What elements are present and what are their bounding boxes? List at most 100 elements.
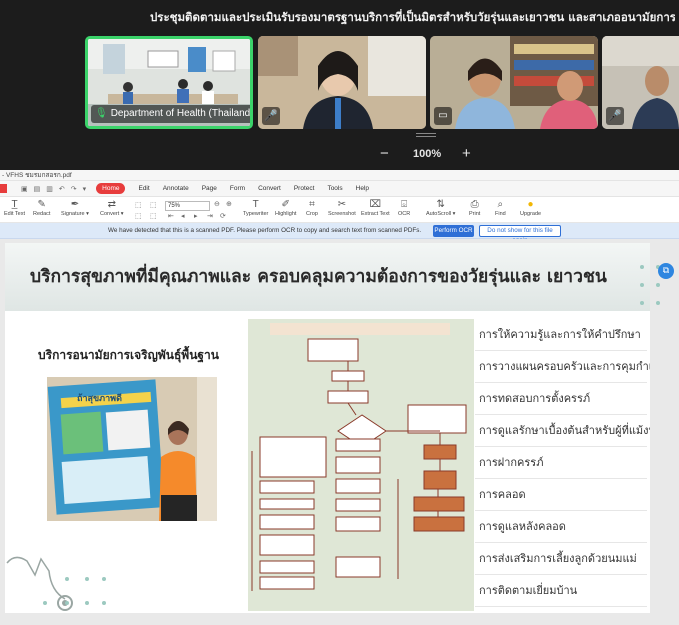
service-flowchart: [248, 319, 474, 611]
slide-subtitle: บริการอนามัยการเจริญพันธุ์พื้นฐาน: [38, 348, 219, 362]
zoom-select[interactable]: 75%: [165, 201, 210, 211]
menu-form[interactable]: Form: [230, 185, 245, 192]
highlight-button[interactable]: ✐ Highlight: [275, 199, 296, 217]
page-prev-icon[interactable]: ◂: [181, 212, 185, 220]
video-tile-participant-4[interactable]: 🎤: [602, 36, 679, 129]
dropdown-chevron-icon[interactable]: ▾: [83, 185, 87, 193]
menu-convert[interactable]: Convert: [258, 185, 281, 192]
crop-icon: ⌗: [309, 199, 315, 210]
upgrade-label: Upgrade: [520, 211, 542, 217]
translate-float-button[interactable]: ⧉: [658, 263, 674, 279]
convert-button[interactable]: ⇄ Convert ▾: [100, 199, 124, 217]
typewriter-label: Typewriter: [243, 211, 269, 217]
edit-text-button[interactable]: T̲ Edit Text: [4, 199, 25, 217]
decor-dot: [102, 577, 106, 581]
stethoscope-icon: [6, 556, 73, 611]
service-item: การดูแลหลังคลอด: [475, 511, 647, 543]
services-list: การให้ความรู้และการให้คำปรึกษา การวางแผน…: [475, 319, 650, 609]
highlight-label: Highlight: [275, 211, 297, 217]
menu-annotate[interactable]: Annotate: [163, 185, 189, 192]
undo-icon[interactable]: ↶: [59, 185, 65, 193]
service-item: การดูแลรักษาเบื้องต้นสำหรับผู้ที่แม้งบุต…: [475, 415, 650, 447]
zoom-out-button[interactable]: −: [380, 146, 389, 162]
printer-icon: ⎙: [470, 199, 479, 210]
ocr-label: OCR: [398, 211, 411, 217]
select-tool-icon[interactable]: ⬚: [135, 201, 142, 209]
zoom-controls: − 100% +: [370, 146, 480, 164]
crop-button[interactable]: ⌗ Crop: [306, 199, 318, 217]
participant-nameplate: 🎙 Department of Health (Thailand...: [91, 105, 250, 123]
print-button[interactable]: ⎙ Print: [469, 199, 480, 217]
muted-mic-icon: 🎤: [606, 107, 624, 125]
upgrade-icon: ●: [527, 199, 534, 210]
page-next-icon[interactable]: ▸: [194, 212, 198, 220]
microphone-icon: 🎙: [95, 108, 108, 119]
meeting-panel: ประชุมติดตามและประเมินรับรองมาตรฐานบริกา…: [0, 0, 679, 170]
decor-dot: [656, 283, 660, 287]
edit-text-icon: T̲: [11, 199, 18, 210]
video-tile-department-of-health[interactable]: 🎙 Department of Health (Thailand...: [85, 36, 253, 129]
dismiss-ocr-button[interactable]: Do not show for this file again: [479, 225, 561, 244]
menu-protect[interactable]: Protect: [294, 185, 315, 192]
pdf-editor-window: - VFHS ชมรมกสอรก.pdf ▣ ▤ ▥ ↶ ↷ ▾ Home Ed…: [0, 170, 679, 625]
menu-tools[interactable]: Tools: [327, 185, 342, 192]
screen: ประชุมติดตามและประเมินรับรองมาตรฐานบริกา…: [0, 0, 679, 625]
autoscroll-button[interactable]: ⇅ AutoScroll ▾: [426, 199, 455, 217]
poster-heading: ถ้าสุขภาพดี: [77, 394, 122, 404]
zoom-in-icon[interactable]: ⊕: [226, 200, 232, 208]
page-last-icon[interactable]: ⇥: [207, 212, 213, 220]
find-label: Find: [495, 211, 506, 217]
service-item: การทดสอบการตั้งครรภ์: [475, 383, 647, 415]
print-label: Print: [469, 211, 481, 217]
typewriter-button[interactable]: T Typewriter: [243, 199, 268, 217]
extract-text-button[interactable]: ⌧ Extract Text: [361, 199, 390, 217]
page-first-icon[interactable]: ⇤: [168, 212, 174, 220]
autoscroll-label: AutoScroll ▾: [426, 211, 456, 217]
video-tile-participant-2[interactable]: 🎤: [258, 36, 426, 129]
ocr-message: We have detected that this is a scanned …: [108, 227, 422, 234]
flowchart-image: [248, 319, 474, 611]
menu-home[interactable]: Home: [96, 183, 126, 194]
extract-text-label: Extract Text: [361, 211, 390, 217]
decor-dot: [85, 577, 89, 581]
service-item: การส่งเสริมการเลี้ยงลูกด้วยนมแม่: [475, 543, 647, 575]
fit-page-icon[interactable]: ⬚: [150, 212, 157, 220]
hand-tool-icon[interactable]: ⬚: [150, 201, 157, 209]
slide-title: บริการสุขภาพที่มีคุณภาพและ ครอบคลุมความต…: [30, 267, 607, 287]
menu-help[interactable]: Help: [356, 185, 369, 192]
ocr-button[interactable]: ⌺ OCR: [398, 199, 410, 217]
signature-label: Signature ▾: [61, 211, 89, 217]
zoom-out-icon[interactable]: ⊖: [214, 200, 220, 208]
upgrade-button[interactable]: ● Upgrade: [520, 199, 541, 217]
screenshot-button[interactable]: ✂ Screenshot: [328, 199, 356, 217]
open-file-icon[interactable]: ▣: [21, 185, 28, 193]
poster-photo-image: [47, 377, 217, 521]
redo-icon[interactable]: ↷: [71, 185, 77, 193]
rotate-icon[interactable]: ⟳: [220, 212, 226, 220]
view-mode-icon[interactable]: ⬚: [135, 212, 142, 220]
print-quick-icon[interactable]: ▥: [46, 185, 53, 193]
panel-resize-handle[interactable]: [416, 133, 436, 137]
video-tile-participant-3[interactable]: ▭: [430, 36, 598, 129]
redact-label: Redact: [33, 211, 51, 217]
convert-icon: ⇄: [107, 199, 116, 210]
menu-page[interactable]: Page: [202, 185, 217, 192]
ocr-icon: ⌺: [401, 199, 408, 210]
window-title-bar: - VFHS ชมรมกสอรก.pdf: [0, 170, 679, 181]
document-area[interactable]: บริการสุขภาพที่มีคุณภาพและ ครอบคลุมความต…: [0, 239, 679, 625]
zoom-select-value: 75%: [168, 203, 181, 209]
find-button[interactable]: ⌕ Find: [495, 199, 506, 217]
save-icon[interactable]: ▤: [34, 185, 41, 193]
zoom-in-button[interactable]: +: [462, 146, 471, 162]
perform-ocr-button[interactable]: Perform OCR: [433, 225, 474, 237]
app-logo-icon[interactable]: [0, 184, 7, 193]
service-item: การติดตามเยี่ยมบ้าน: [475, 575, 647, 607]
redact-button[interactable]: ✎ Redact: [33, 199, 50, 217]
decor-dot: [656, 301, 660, 305]
ocr-notification-bar: We have detected that this is a scanned …: [0, 223, 679, 244]
signature-button[interactable]: ✒ Signature ▾: [61, 199, 89, 217]
extract-text-icon: ⌧: [369, 199, 382, 210]
menu-edit[interactable]: Edit: [138, 185, 149, 192]
redact-icon: ✎: [37, 199, 46, 210]
decor-dot: [65, 577, 69, 581]
